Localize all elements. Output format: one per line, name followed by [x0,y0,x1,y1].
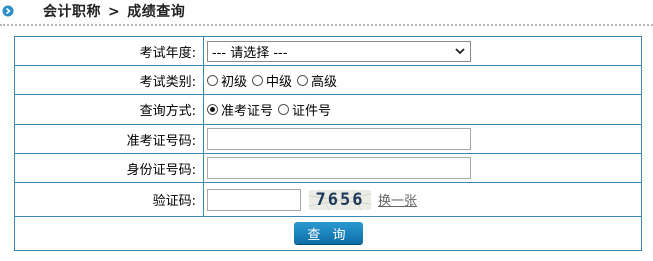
row-id-number: 身份证号码: [15,154,641,183]
radio-circle [297,74,309,86]
id-number-input[interactable] [207,157,471,179]
breadcrumb-separator: > [108,4,121,20]
exam-category-label: 考试类别: [15,66,204,94]
breadcrumb-section: 会计职称 [43,4,101,20]
breadcrumb: 会计职称 > 成绩查询 [43,1,185,21]
circle-arrow-right-icon [2,5,14,17]
row-exam-year: 考试年度: --- 请选择 --- [15,37,641,66]
ticket-number-input[interactable] [207,128,471,150]
row-ticket-number: 准考证号码: [15,125,641,154]
refresh-captcha-link[interactable]: 换一张 [378,190,417,209]
radio-category-intermediate[interactable]: 中级 [252,71,292,90]
captcha-code: 7656 [315,189,365,210]
score-query-form: 考试年度: --- 请选择 --- 考试类别: 初级 中级 高级 查询方式: 准… [14,36,642,251]
captcha-input[interactable] [207,188,301,211]
row-submit: 查 询 [15,217,641,250]
page-header: 会计职称 > 成绩查询 [0,0,653,22]
radio-circle [207,104,218,115]
exam-year-label: 考试年度: [15,37,204,65]
radio-label: 中级 [266,74,293,90]
radio-category-senior[interactable]: 高级 [297,71,337,90]
page-title: 成绩查询 [127,4,186,20]
query-button[interactable]: 查 询 [294,222,363,244]
ticket-number-label: 准考证号码: [15,125,204,153]
captcha-image[interactable]: 7656 [309,189,371,210]
radio-method-ticket[interactable]: 准考证号 [207,100,273,119]
query-method-label: 查询方式: [15,95,204,124]
row-captcha: 验证码: 7656 换一张 [15,183,641,217]
radio-category-junior[interactable]: 初级 [207,71,247,90]
radio-method-idcard[interactable]: 证件号 [278,100,331,119]
radio-label: 高级 [311,74,338,90]
exam-year-selected: --- 请选择 --- [212,45,288,61]
exam-year-select[interactable]: --- 请选择 --- [207,40,471,62]
radio-label: 准考证号 [221,104,274,119]
radio-circle [207,74,218,86]
radio-circle [252,74,264,86]
captcha-label: 验证码: [15,183,204,216]
chevron-down-icon [455,47,465,54]
radio-label: 证件号 [292,104,332,119]
id-number-label: 身份证号码: [15,154,204,182]
radio-label: 初级 [221,74,248,90]
row-query-method: 查询方式: 准考证号 证件号 [15,95,641,125]
header-divider [0,24,653,26]
radio-circle [278,104,290,115]
row-exam-category: 考试类别: 初级 中级 高级 [15,66,641,95]
